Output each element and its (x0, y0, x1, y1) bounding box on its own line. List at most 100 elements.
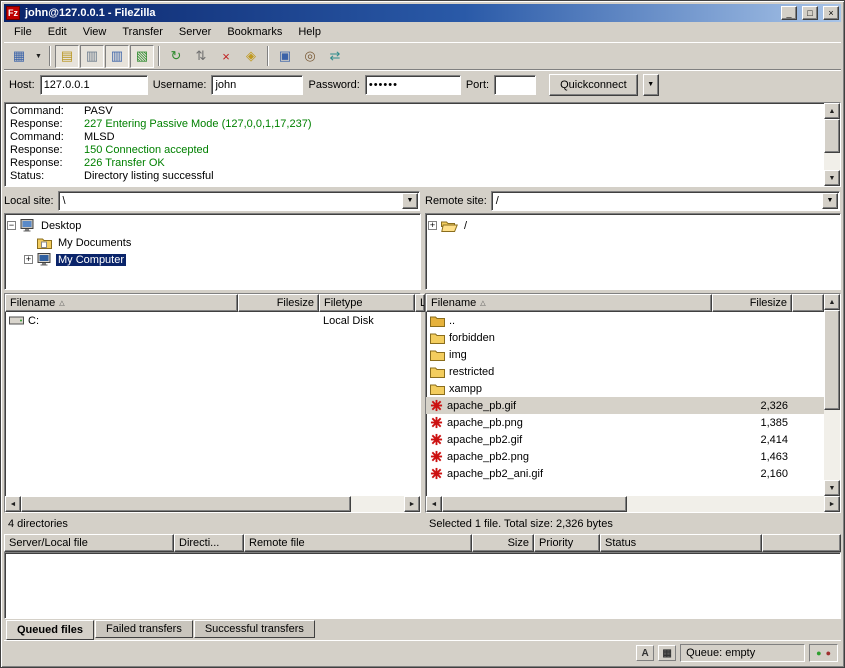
host-label: Host: (9, 79, 35, 91)
menu-server[interactable]: Server (171, 24, 219, 40)
scrollbar-track[interactable] (351, 496, 404, 512)
folder-row-img[interactable]: img (426, 346, 824, 363)
port-input[interactable] (494, 75, 536, 95)
menu-transfer[interactable]: Transfer (114, 24, 171, 40)
menu-view[interactable]: View (75, 24, 115, 40)
local-list-hscrollbar[interactable]: ◄ ► (5, 496, 420, 512)
expand-icon[interactable]: + (428, 221, 437, 230)
synchronized-browsing-button[interactable]: ⇄ (323, 45, 347, 68)
folder-row-forbidden[interactable]: forbidden (426, 329, 824, 346)
scrollbar-track[interactable] (824, 410, 840, 480)
log-line: Response:227 Entering Passive Mode (127,… (10, 118, 824, 131)
column-header-server-local-file[interactable]: Server/Local file (4, 534, 174, 552)
column-header-direction[interactable]: Directi... (174, 534, 244, 552)
filezilla-window: Fz john@127.0.0.1 - FileZilla _ □ × File… (0, 0, 845, 668)
scroll-left-icon[interactable]: ◄ (5, 496, 21, 512)
file-row[interactable]: apache_pb2.png 1,463 (426, 448, 824, 465)
folder-row-xampp[interactable]: xampp (426, 380, 824, 397)
scrollbar-thumb[interactable] (442, 496, 627, 512)
tree-item-desktop[interactable]: − Desktop (7, 217, 418, 234)
tab-successful-transfers[interactable]: Successful transfers (194, 620, 315, 638)
folder-row-restricted[interactable]: restricted (426, 363, 824, 380)
chevron-down-icon[interactable]: ▼ (822, 193, 838, 209)
tree-item-my-documents[interactable]: My Documents (7, 234, 418, 251)
remote-list-vscrollbar[interactable]: ▲ ▼ (824, 294, 840, 496)
quickconnect-button[interactable]: Quickconnect (549, 74, 638, 96)
host-input[interactable] (40, 75, 148, 95)
tree-item-root[interactable]: + / (428, 217, 838, 234)
file-row-c-drive[interactable]: C: Local Disk (5, 312, 420, 329)
file-row-selected[interactable]: apache_pb.gif 2,326 (426, 397, 824, 414)
toggle-local-tree-button[interactable]: ▥ (80, 45, 104, 68)
menu-file[interactable]: File (6, 24, 40, 40)
file-row[interactable]: apache_pb2_ani.gif 2,160 (426, 465, 824, 482)
scrollbar-track[interactable] (824, 153, 840, 170)
queue-body[interactable] (4, 552, 841, 619)
keypad-icon[interactable]: ▦ (658, 645, 676, 661)
scroll-down-icon[interactable]: ▼ (824, 480, 840, 496)
scroll-right-icon[interactable]: ► (404, 496, 420, 512)
remote-list-header: Filename△ Filesize (426, 294, 824, 312)
local-site-combo[interactable]: \ ▼ (58, 191, 420, 211)
expand-icon[interactable]: + (24, 255, 33, 264)
column-header-remote-file[interactable]: Remote file (244, 534, 472, 552)
remote-directory-tree[interactable]: + / (425, 213, 841, 290)
quickconnect-dropdown[interactable]: ▼ (643, 74, 659, 96)
cancel-button[interactable]: × (214, 45, 238, 68)
maximize-button[interactable]: □ (802, 6, 818, 20)
collapse-icon[interactable]: − (7, 221, 16, 230)
close-button[interactable]: × (823, 6, 839, 20)
scrollbar-thumb[interactable] (21, 496, 351, 512)
log-scrollbar[interactable]: ▲ ▼ (824, 103, 840, 186)
activity-led-red: ● (826, 649, 831, 658)
username-input[interactable] (211, 75, 303, 95)
local-directory-tree[interactable]: − Desktop My Documents + My Computer (4, 213, 421, 290)
minimize-button[interactable]: _ (781, 6, 797, 20)
password-input[interactable] (365, 75, 461, 95)
scroll-up-icon[interactable]: ▲ (824, 103, 840, 119)
remote-list-hscrollbar[interactable]: ◄ ► (426, 496, 840, 512)
scroll-right-icon[interactable]: ► (824, 496, 840, 512)
toggle-queue-button[interactable]: ▧ (130, 45, 154, 68)
tree-item-my-computer[interactable]: + My Computer (7, 251, 418, 268)
tab-failed-transfers[interactable]: Failed transfers (95, 620, 193, 638)
column-header-status[interactable]: Status (600, 534, 762, 552)
menu-edit[interactable]: Edit (40, 24, 75, 40)
menu-help[interactable]: Help (290, 24, 329, 40)
scrollbar-thumb[interactable] (824, 310, 840, 410)
toggle-remote-tree-button[interactable]: ▥ (105, 45, 129, 68)
refresh-button[interactable]: ↻ (164, 45, 188, 68)
remote-list-body[interactable]: .. forbidden img (426, 312, 824, 496)
column-header-priority[interactable]: Priority (534, 534, 600, 552)
column-header-size[interactable]: Size (472, 534, 534, 552)
column-header-filesize[interactable]: Filesize (238, 294, 319, 312)
column-header-filetype[interactable]: Filetype (319, 294, 415, 312)
transfer-type-icon[interactable]: A (636, 645, 654, 661)
scroll-left-icon[interactable]: ◄ (426, 496, 442, 512)
process-queue-button[interactable]: ⇅ (189, 45, 213, 68)
disconnect-button[interactable]: ◈ (239, 45, 263, 68)
menu-bookmarks[interactable]: Bookmarks (219, 24, 290, 40)
scrollbar-thumb[interactable] (824, 119, 840, 153)
column-header-filename[interactable]: Filename△ (5, 294, 238, 312)
chevron-down-icon[interactable]: ▼ (402, 193, 418, 209)
local-list-body[interactable]: C: Local Disk (5, 312, 420, 496)
toggle-message-log-button[interactable]: ▤ (55, 45, 79, 68)
title-bar[interactable]: Fz john@127.0.0.1 - FileZilla _ □ × (4, 4, 841, 22)
file-row[interactable]: apache_pb2.gif 2,414 (426, 431, 824, 448)
site-manager-button[interactable]: ▦ (7, 45, 31, 68)
file-row[interactable]: apache_pb.png 1,385 (426, 414, 824, 431)
tab-queued-files[interactable]: Queued files (6, 620, 94, 640)
remote-site-combo[interactable]: / ▼ (491, 191, 840, 211)
remote-file-list: Filename△ Filesize .. forbidden (425, 293, 841, 513)
message-log[interactable]: Command:PASV Response:227 Entering Passi… (5, 103, 824, 186)
scroll-up-icon[interactable]: ▲ (824, 294, 840, 310)
folder-row-parent[interactable]: .. (426, 312, 824, 329)
site-manager-dropdown[interactable]: ▼ (32, 45, 45, 68)
scrollbar-track[interactable] (627, 496, 824, 512)
directory-comparison-button[interactable]: ▣ (273, 45, 297, 68)
find-files-button[interactable]: ◎ (298, 45, 322, 68)
column-header-filesize[interactable]: Filesize (712, 294, 792, 312)
column-header-filename[interactable]: Filename△ (426, 294, 712, 312)
scroll-down-icon[interactable]: ▼ (824, 170, 840, 186)
